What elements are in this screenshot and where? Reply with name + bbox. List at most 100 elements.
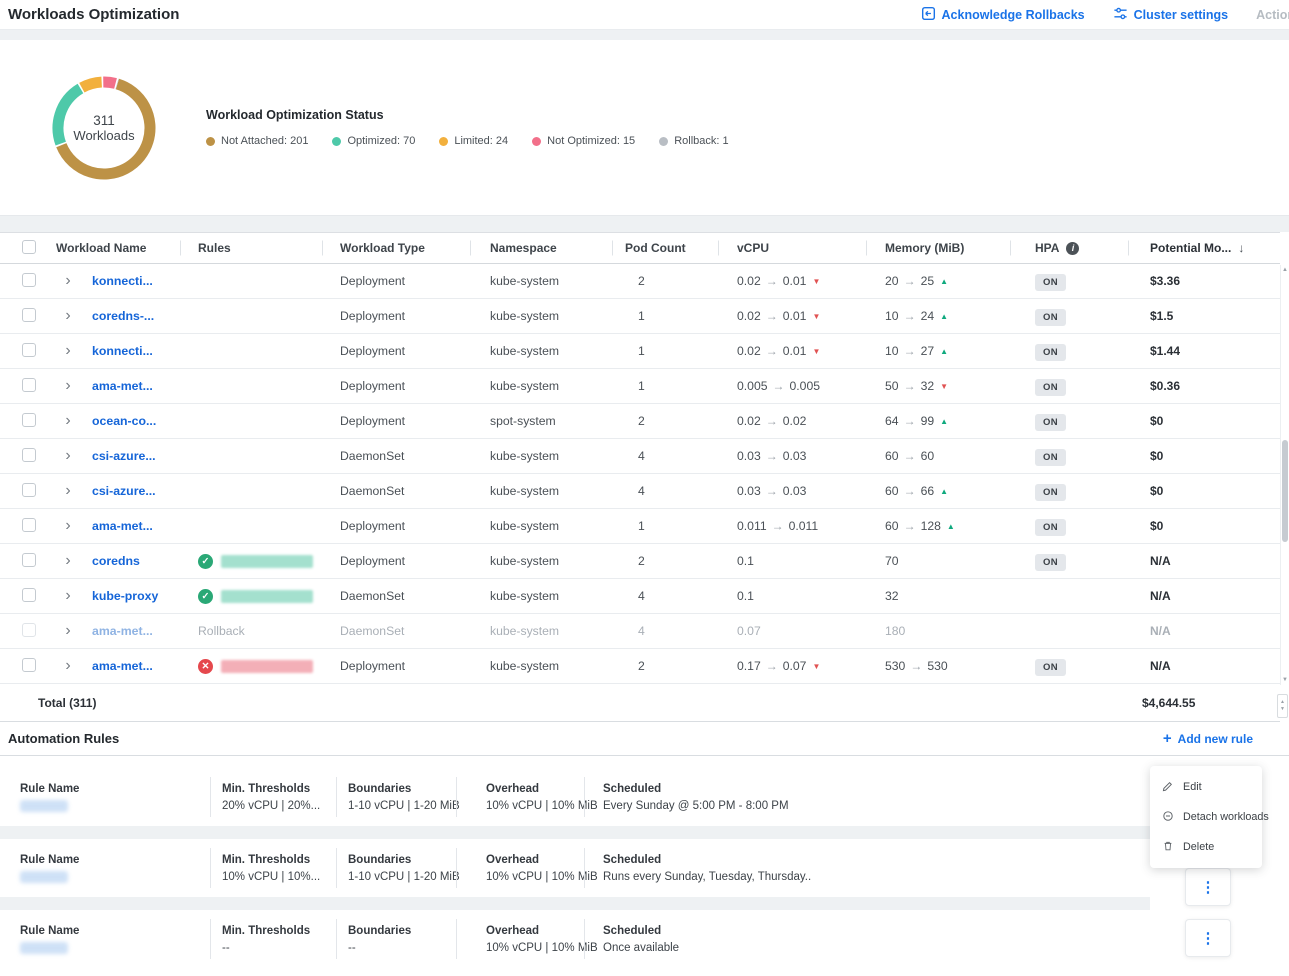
row-checkbox[interactable] [22,518,36,532]
sort-desc-icon[interactable]: ↓ [1238,241,1244,255]
workload-name-link[interactable]: konnecti... [92,274,153,288]
workload-name-link[interactable]: coredns [92,554,140,568]
row-checkbox[interactable] [22,483,36,497]
column-header-hpa[interactable]: HPAi [1010,241,1128,255]
arrow-right-icon: → [766,344,778,358]
workload-name-link[interactable]: kube-proxy [92,589,158,603]
workload-name-link[interactable]: ama-met... [92,379,153,393]
hpa-cell: ON [1010,379,1128,393]
workload-name-link[interactable]: ama-met... [92,659,153,673]
row-checkbox[interactable] [22,448,36,462]
total-row-spinner[interactable]: ▲ ▼ [1277,694,1288,718]
workload-name-link[interactable]: ama-met... [92,519,153,533]
expand-chevron-icon[interactable]: › [60,308,76,324]
expand-chevron-icon[interactable]: › [60,483,76,499]
total-value: $4,644.55 [1128,696,1280,710]
row-checkbox[interactable] [22,553,36,567]
vcpu-cell: 0.03→0.03 [718,449,866,463]
row-checkbox[interactable] [22,378,36,392]
scheduled-value: Runs every Sunday, Tuesday, Thursday.. [603,871,1270,883]
memory-cell: 20→25▲ [866,274,1010,288]
legend-dot-icon [206,137,215,146]
row-checkbox[interactable] [22,658,36,672]
hpa-cell: ON [1010,274,1128,288]
cluster-settings-action[interactable]: Cluster settings [1113,6,1228,24]
expand-chevron-icon[interactable]: › [60,623,76,639]
row-checkbox[interactable] [22,623,36,637]
expand-chevron-icon[interactable]: › [60,273,76,289]
expand-chevron-icon[interactable]: › [60,518,76,534]
spinner-up-icon[interactable]: ▲ [1280,699,1285,706]
scrollbar-thumb[interactable] [1282,440,1288,542]
workload-name-link[interactable]: ama-met... [92,624,153,638]
expand-chevron-icon[interactable]: › [60,658,76,674]
rule-actions-kebab[interactable]: ⋮ [1185,868,1231,906]
hpa-info-icon[interactable]: i [1066,242,1079,255]
arrow-right-icon: → [904,344,916,358]
pod-count-cell: 2 [612,414,718,428]
expand-chevron-icon[interactable]: › [60,413,76,429]
table-body: › konnecti... Deployment kube-system 2 0.… [0,264,1289,684]
column-header-pods[interactable]: Pod Count [612,241,718,255]
row-checkbox[interactable] [22,413,36,427]
automation-title: Automation Rules [8,731,119,746]
workload-name-link[interactable]: csi-azure... [92,484,156,498]
add-new-rule-button[interactable]: + Add new rule [1163,731,1253,746]
vcpu-cell: 0.02→0.01▼ [718,309,866,323]
status-legend: Not Attached: 201Optimized: 70Limited: 2… [206,135,729,147]
column-header-mem[interactable]: Memory (MiB) [866,241,1010,255]
table-row: ›ama-met... Rollback DaemonSet kube-syst… [0,614,1280,649]
namespace-cell: kube-system [470,449,612,463]
scroll-down-icon[interactable]: ▼ [1282,677,1288,683]
column-header-name[interactable]: Workload Name [56,241,180,255]
table-row: ›coredns-... Deployment kube-system 1 0.… [0,299,1280,334]
column-header-vcpu[interactable]: vCPU [718,241,866,255]
select-all-checkbox[interactable] [22,240,36,254]
row-checkbox[interactable] [22,343,36,357]
expand-chevron-icon[interactable]: › [60,588,76,604]
column-header-ns[interactable]: Namespace [470,241,612,255]
trend-up-icon: ▲ [947,522,955,531]
section-divider [0,30,1289,40]
arrow-right-icon: → [910,659,922,673]
rule-name-label: Rule Name [20,783,210,795]
automation-rules-section: Automation Rules + Add new rule Rule Nam… [0,722,1289,968]
scroll-up-icon[interactable]: ▲ [1282,267,1288,273]
row-checkbox[interactable] [22,308,36,322]
trend-down-icon: ▼ [812,312,820,321]
workload-name-link[interactable]: coredns-... [92,309,154,323]
expand-chevron-icon[interactable]: › [60,553,76,569]
expand-chevron-icon[interactable]: › [60,448,76,464]
arrow-right-icon: → [766,484,778,498]
spinner-down-icon[interactable]: ▼ [1280,706,1285,713]
redacted-rule-name [20,800,68,812]
hpa-cell: ON [1010,414,1128,428]
workload-type-cell: DaemonSet [322,589,470,603]
column-header-pot[interactable]: Potential Mo...↓ [1128,241,1280,255]
workload-name-link[interactable]: konnecti... [92,344,153,358]
table-scrollbar[interactable]: ▲ ▼ [1280,265,1289,685]
column-header-type[interactable]: Workload Type [322,241,470,255]
automation-rule-card: Rule Name Min. Thresholds-- Boundaries--… [0,910,1270,968]
workload-name-link[interactable]: ocean-co... [92,414,156,428]
pod-count-cell: 1 [612,379,718,393]
menu-item-edit[interactable]: Edit [1150,772,1262,802]
rule-actions-kebab[interactable]: ⋮ [1185,919,1231,957]
acknowledge-rollbacks-action[interactable]: Acknowledge Rollbacks [921,6,1085,24]
menu-item-delete[interactable]: Delete [1150,832,1262,862]
expand-chevron-icon[interactable]: › [60,378,76,394]
expand-chevron-icon[interactable]: › [60,343,76,359]
menu-item-detach-workloads[interactable]: Detach workloads [1150,802,1262,832]
pod-count-cell: 2 [612,659,718,673]
page-title: Workloads Optimization [8,6,179,23]
column-header-rules[interactable]: Rules [180,241,322,255]
workload-type-cell: Deployment [322,414,470,428]
row-checkbox[interactable] [22,588,36,602]
legend-dot-icon [439,137,448,146]
row-checkbox[interactable] [22,273,36,287]
table-row: ›coredns ✓ Deployment kube-system 2 0.1 … [0,544,1280,579]
workload-name-link[interactable]: csi-azure... [92,449,156,463]
arrow-right-icon: → [766,449,778,463]
arrow-right-icon: → [904,484,916,498]
legend-dot-icon [332,137,341,146]
